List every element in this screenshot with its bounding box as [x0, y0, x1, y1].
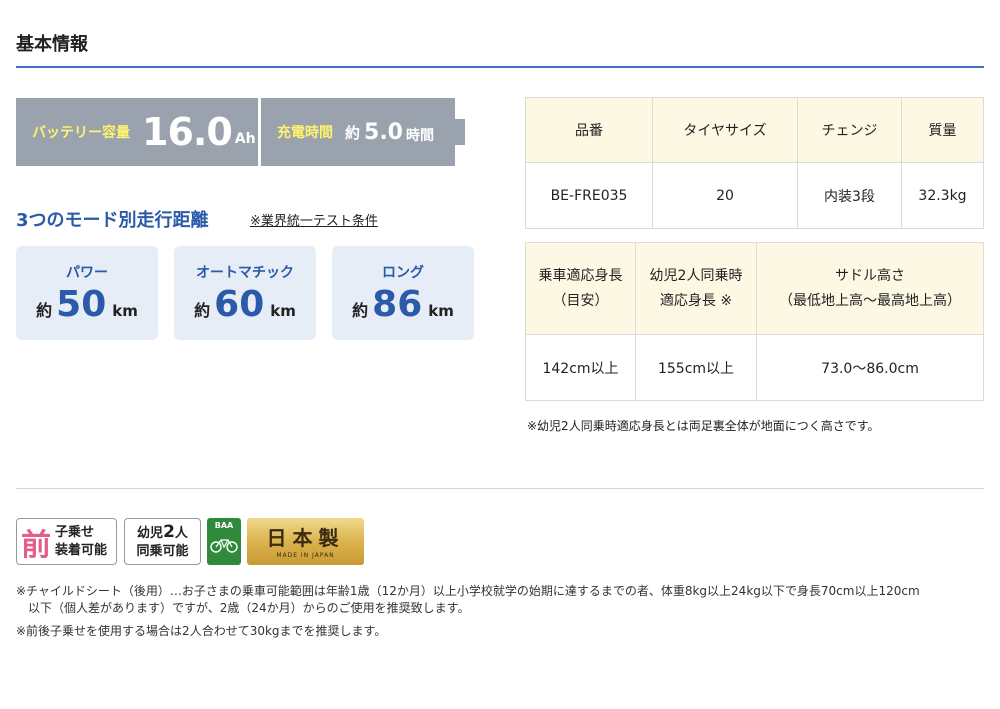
table-cell: 20	[652, 162, 798, 229]
mode-unit: km	[112, 302, 138, 320]
footnote-child-seat: ※チャイルドシート（後用）…お子さまの乗車可能範囲は年齢1歳（12か月）以上小学…	[16, 583, 984, 617]
mode-name: パワー	[66, 265, 108, 281]
mode-distance: 86	[372, 284, 423, 325]
mode-distance: 50	[56, 284, 107, 325]
size-table: 乗車適応身長 （目安） 幼児2人同乗時 適応身長 ※ サドル高さ （最低地上高〜…	[525, 242, 984, 401]
table-header-cell: 幼児2人同乗時 適応身長 ※	[635, 242, 757, 335]
header-line: 適応身長 ※	[659, 292, 733, 309]
bicycle-icon	[210, 539, 238, 553]
table-row: BE-FRE035 20 内装3段 32.3kg	[525, 162, 984, 229]
table-header-cell: 品番	[525, 97, 653, 163]
section-title: 基本情報	[16, 34, 88, 55]
front-child-seat-badge: 前 子乗せ 装着可能	[16, 518, 117, 565]
header-line: （目安）	[552, 292, 609, 309]
header-line: 幼児2人同乗時	[649, 267, 743, 284]
charge-time-prefix: 約	[345, 123, 361, 142]
battery-strip: バッテリー容量 16.0 Ah 充電時間 約 5.0 時間	[16, 98, 465, 166]
badge-line: 装着可能	[55, 542, 108, 558]
mode-name: オートマチック	[196, 265, 294, 281]
badge-text: 幼児	[137, 525, 164, 541]
section-divider	[16, 488, 984, 489]
table-cell: BE-FRE035	[525, 162, 653, 229]
mode-name: ロング	[382, 265, 424, 281]
badge-line: 同乗可能	[136, 543, 189, 559]
table-note: ※幼児2人同乗時適応身長とは両足裏全体が地面につく高さです。	[527, 419, 880, 433]
baa-label: BAA	[214, 521, 234, 530]
footnote-weight: ※前後子乗せを使用する場合は2人合わせて30kgまでを推奨します。	[16, 624, 387, 638]
mode-card-automatic: オートマチック 約 60 km	[174, 246, 316, 340]
title-underline	[16, 66, 984, 68]
mode-prefix: 約	[352, 301, 369, 320]
made-in-japan-badge: 日本製 MADE IN JAPAN	[247, 518, 364, 565]
mode-card-power: パワー 約 50 km	[16, 246, 158, 340]
battery-terminal-icon	[455, 119, 465, 145]
mode-distance: 60	[214, 284, 265, 325]
made-in-japan-title: 日本製	[266, 526, 345, 550]
charge-time-label: 充電時間	[277, 125, 333, 141]
table-cell: 32.3kg	[901, 162, 984, 229]
badge-line: 子乗せ	[55, 524, 95, 540]
front-child-seat-icon: 前	[21, 527, 51, 563]
badge-text: 人	[174, 525, 188, 541]
table-cell: 142cm以上	[525, 334, 636, 401]
table-header-cell: 乗車適応身長 （目安）	[525, 242, 636, 335]
table-header-row: 品番 タイヤサイズ チェンジ 質量	[525, 97, 984, 163]
footnote-line: ※チャイルドシート（後用）…お子さまの乗車可能範囲は年齢1歳（12か月）以上小学…	[16, 584, 920, 598]
badge-number: 2	[163, 521, 175, 542]
table-header-row: 乗車適応身長 （目安） 幼児2人同乗時 適応身長 ※ サドル高さ （最低地上高〜…	[525, 242, 984, 335]
mode-card-long: ロング 約 86 km	[332, 246, 474, 340]
footnote-line: 以下（個人差があります）ですが、2歳（24か月）からのご使用を推奨致します。	[28, 601, 470, 615]
table-header-cell: サドル高さ （最低地上高〜最高地上高）	[756, 242, 984, 335]
two-infants-badge: 幼児2人 同乗可能	[124, 518, 201, 565]
made-in-japan-subtitle: MADE IN JAPAN	[276, 552, 335, 559]
battery-capacity-label: バッテリー容量	[32, 125, 130, 141]
battery-capacity: バッテリー容量 16.0 Ah	[16, 98, 258, 166]
table-cell: 155cm以上	[635, 334, 757, 401]
header-line: （最低地上高〜最高地上高）	[779, 292, 961, 309]
mode-unit: km	[270, 302, 296, 320]
charge-time-unit: 時間	[406, 128, 434, 144]
battery-capacity-value: 16.0	[142, 110, 233, 154]
modes-title: 3つのモード別走行距離	[16, 210, 209, 231]
table-row: 142cm以上 155cm以上 73.0〜86.0cm	[525, 334, 984, 401]
mode-prefix: 約	[194, 301, 211, 320]
table-cell: 73.0〜86.0cm	[756, 334, 984, 401]
modes-note-link[interactable]: ※業界統一テスト条件	[250, 210, 378, 229]
header-line: 乗車適応身長	[538, 267, 623, 284]
header-line: サドル高さ	[835, 267, 905, 284]
mode-prefix: 約	[36, 301, 53, 320]
baa-mark-icon: BAA	[207, 518, 241, 565]
table-header-cell: 質量	[901, 97, 984, 163]
table-header-cell: チェンジ	[797, 97, 902, 163]
mode-unit: km	[428, 302, 454, 320]
table-header-cell: タイヤサイズ	[652, 97, 798, 163]
charge-time-value: 5.0	[364, 119, 403, 145]
battery-capacity-unit: Ah	[234, 131, 256, 147]
spec-table: 品番 タイヤサイズ チェンジ 質量 BE-FRE035 20 内装3段 32.3…	[525, 97, 984, 229]
charge-time: 充電時間 約 5.0 時間	[261, 98, 455, 166]
table-cell: 内装3段	[797, 162, 902, 229]
